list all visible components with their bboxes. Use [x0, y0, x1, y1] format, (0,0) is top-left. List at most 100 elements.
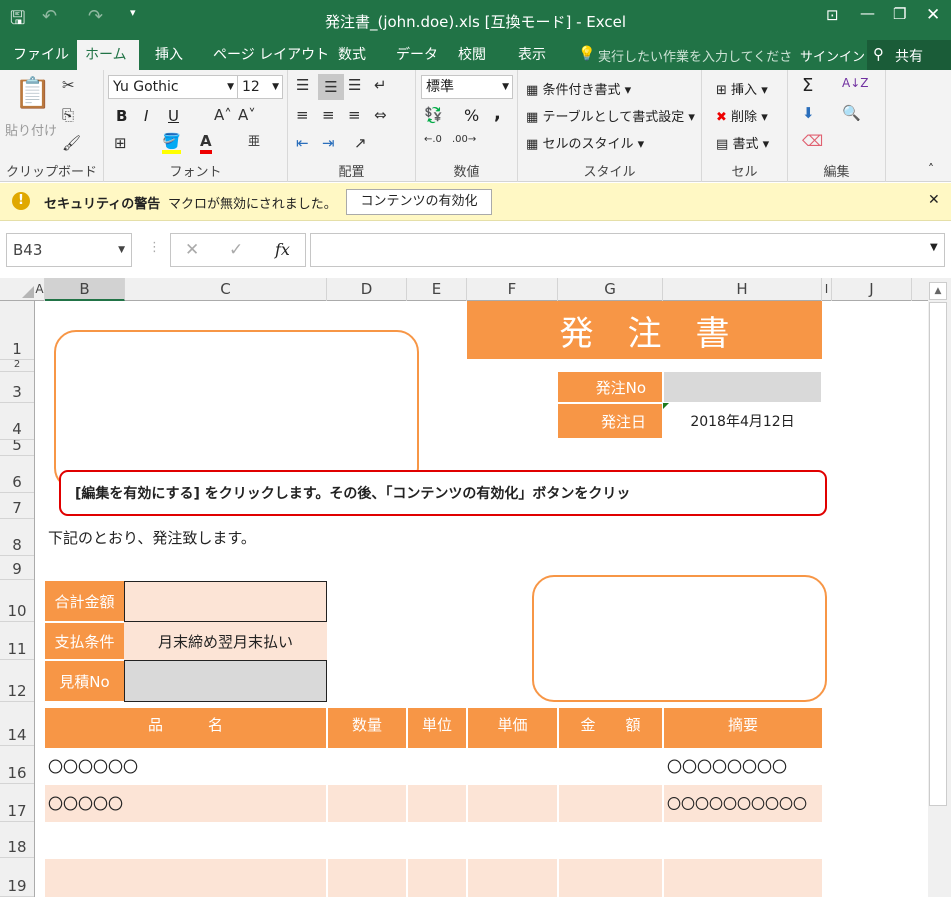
amount-cell[interactable]: [559, 859, 662, 897]
tab-view[interactable]: 表示: [510, 40, 554, 70]
percent-button[interactable]: %: [464, 106, 479, 125]
column-header-h[interactable]: H: [663, 278, 822, 301]
increase-indent-icon[interactable]: ⇥: [322, 134, 335, 152]
cut-icon[interactable]: ✂: [62, 76, 75, 94]
restore-icon[interactable]: ❐: [893, 5, 906, 23]
tab-formulas[interactable]: 数式: [330, 40, 374, 70]
quote-cell[interactable]: [124, 660, 327, 702]
clear-icon[interactable]: ⌫: [802, 132, 823, 150]
close-icon[interactable]: ✕: [926, 5, 940, 25]
number-format-select[interactable]: 標準 ▼: [421, 75, 513, 99]
row-header[interactable]: 18: [0, 822, 34, 858]
item-name-cell[interactable]: 〇〇〇〇〇: [48, 785, 324, 822]
find-icon[interactable]: 🔍: [842, 104, 861, 122]
total-cell[interactable]: [124, 581, 327, 622]
row-header[interactable]: 16: [0, 746, 34, 784]
italic-button[interactable]: I: [144, 107, 148, 125]
row-header[interactable]: 3: [0, 372, 34, 403]
borders-icon[interactable]: ⊞: [114, 134, 127, 152]
cancel-icon[interactable]: ✕: [185, 240, 199, 260]
format-cells-button[interactable]: ▤ 書式 ▾: [716, 133, 769, 152]
row-header[interactable]: 6: [0, 456, 34, 493]
item-note-cell[interactable]: 〇〇〇〇〇〇〇〇〇〇: [667, 785, 821, 822]
close-warning-icon[interactable]: ✕: [928, 192, 940, 208]
increase-decimal-icon[interactable]: ←.0: [424, 134, 442, 145]
scrollbar-thumb[interactable]: [929, 302, 947, 806]
column-header-j[interactable]: J: [832, 278, 912, 301]
insert-function-button[interactable]: fx: [275, 240, 290, 259]
column-header-f[interactable]: F: [467, 278, 558, 301]
fill-color-icon[interactable]: 🪣: [162, 132, 181, 154]
phonetic-icon[interactable]: 亜: [248, 132, 260, 149]
column-header-g[interactable]: G: [558, 278, 663, 301]
align-middle-icon[interactable]: ☰: [318, 74, 344, 100]
align-left-icon[interactable]: ≡: [296, 106, 309, 124]
amount-cell[interactable]: [559, 785, 662, 822]
item-note-cell[interactable]: 〇〇〇〇〇〇〇〇: [667, 748, 821, 784]
name-box[interactable]: B43 ▼: [6, 233, 132, 267]
sort-filter-icon[interactable]: A↓Z: [842, 76, 868, 90]
minimize-icon[interactable]: —: [860, 4, 875, 22]
tab-data[interactable]: データ: [388, 40, 446, 70]
increase-font-icon[interactable]: A˄: [214, 106, 232, 124]
select-all-icon[interactable]: [22, 286, 34, 298]
unit-price-cell[interactable]: [468, 859, 557, 897]
quantity-cell[interactable]: [328, 859, 406, 897]
row-header[interactable]: 9: [0, 556, 34, 580]
row-header[interactable]: 7: [0, 493, 34, 519]
expand-formula-icon[interactable]: ▼: [930, 242, 938, 253]
row-header[interactable]: 17: [0, 784, 34, 822]
align-bottom-icon[interactable]: ☰: [348, 76, 361, 94]
font-color-icon[interactable]: A: [200, 132, 212, 154]
align-center-icon[interactable]: ≡: [322, 106, 335, 124]
row-header[interactable]: 19: [0, 858, 34, 897]
unit-cell[interactable]: [408, 859, 466, 897]
fill-icon[interactable]: ⬇: [802, 104, 815, 122]
autosum-button[interactable]: Σ: [802, 75, 813, 96]
bold-button[interactable]: B: [116, 107, 127, 125]
conditional-formatting-button[interactable]: ▦ 条件付き書式 ▾: [526, 79, 631, 98]
copy-icon[interactable]: ⎘: [62, 106, 74, 124]
currency-icon[interactable]: 💱: [424, 106, 443, 124]
format-as-table-button[interactable]: ▦ テーブルとして書式設定 ▾: [526, 106, 695, 125]
orientation-icon[interactable]: ↗: [354, 134, 367, 152]
ribbon-display-icon[interactable]: ⊡: [826, 6, 839, 24]
merge-center-icon[interactable]: ⇔: [374, 106, 387, 124]
row-header[interactable]: 11: [0, 622, 34, 660]
cell-styles-button[interactable]: ▦ セルのスタイル ▾: [526, 133, 644, 152]
row-header[interactable]: 12: [0, 660, 34, 702]
row-header[interactable]: 14: [0, 702, 34, 746]
unit-cell[interactable]: [408, 785, 466, 822]
decrease-indent-icon[interactable]: ⇤: [296, 134, 309, 152]
row-header[interactable]: 5: [0, 440, 34, 456]
font-size-select[interactable]: 12 ▼: [237, 75, 283, 99]
note-cell[interactable]: [664, 859, 822, 897]
vertical-scrollbar[interactable]: ▲: [928, 278, 951, 897]
tab-insert[interactable]: 挿入: [147, 40, 191, 70]
decrease-font-icon[interactable]: A˅: [238, 106, 256, 124]
item-name-cell[interactable]: 〇〇〇〇〇〇: [48, 748, 324, 784]
row-header[interactable]: 1: [0, 301, 34, 360]
tab-file[interactable]: ファイル: [5, 40, 77, 70]
insert-cells-button[interactable]: ⊞ 挿入 ▾: [716, 79, 768, 98]
font-name-select[interactable]: Yu Gothic ▼: [108, 75, 238, 99]
tab-review[interactable]: 校閲: [450, 40, 494, 70]
column-header-i[interactable]: I: [822, 278, 832, 301]
paste-icon[interactable]: 📋: [14, 76, 51, 111]
collapse-ribbon-icon[interactable]: ˄: [928, 162, 934, 176]
wrap-text-icon[interactable]: ↵: [374, 76, 387, 94]
column-header-a[interactable]: A: [35, 278, 45, 301]
formula-input[interactable]: [310, 233, 945, 267]
align-top-icon[interactable]: ☰: [296, 76, 309, 94]
delete-cells-button[interactable]: ✖ 削除 ▾: [716, 106, 768, 125]
enter-icon[interactable]: ✓: [229, 240, 243, 260]
quantity-cell[interactable]: [328, 785, 406, 822]
paste-button[interactable]: 貼り付け: [5, 120, 57, 139]
tab-home[interactable]: ホーム: [77, 40, 139, 70]
row-header[interactable]: 2: [0, 360, 34, 372]
row-header[interactable]: 10: [0, 580, 34, 622]
format-painter-icon[interactable]: 🖌: [62, 134, 81, 152]
column-header-c[interactable]: C: [125, 278, 327, 301]
comma-button[interactable]: ,: [494, 103, 501, 124]
align-right-icon[interactable]: ≡: [348, 106, 361, 124]
